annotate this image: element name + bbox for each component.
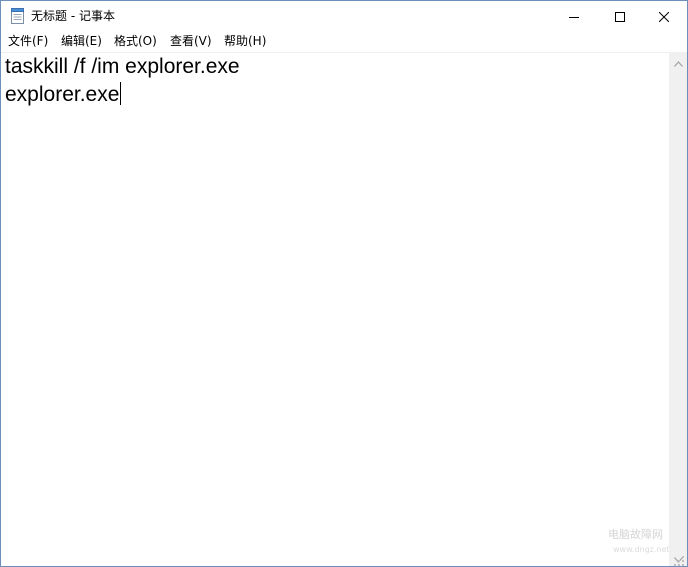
maximize-button[interactable] bbox=[597, 1, 643, 31]
window-title: 无标题 - 记事本 bbox=[31, 9, 115, 23]
text-editor[interactable]: taskkill /f /im explorer.exe explorer.ex… bbox=[1, 53, 669, 566]
menu-format[interactable]: 格式(O) bbox=[114, 34, 157, 48]
menu-help[interactable]: 帮助(H) bbox=[224, 34, 266, 48]
watermark-text: 电脑故障网 bbox=[608, 528, 663, 541]
close-icon bbox=[658, 7, 670, 26]
title-bar[interactable]: 无标题 - 记事本 bbox=[1, 1, 687, 31]
vertical-scrollbar[interactable] bbox=[669, 53, 687, 566]
watermark-url: www.dngz.net bbox=[613, 545, 670, 554]
menu-view[interactable]: 查看(V) bbox=[170, 34, 212, 48]
chevron-up-icon bbox=[673, 52, 683, 71]
close-button[interactable] bbox=[641, 1, 687, 31]
editor-line-text: taskkill /f /im explorer.exe bbox=[5, 55, 240, 78]
minimize-icon bbox=[569, 7, 579, 26]
notepad-window: 无标题 - 记事本 文件(F) 编辑(E) 格式(O) 查看(V) 帮助(H) … bbox=[0, 0, 688, 567]
scroll-up-button[interactable] bbox=[669, 53, 687, 70]
minimize-button[interactable] bbox=[551, 1, 597, 31]
editor-line-text: explorer.exe bbox=[5, 83, 120, 106]
menu-file[interactable]: 文件(F) bbox=[8, 34, 48, 48]
menu-bar: 文件(F) 编辑(E) 格式(O) 查看(V) 帮助(H) bbox=[1, 31, 687, 53]
text-caret bbox=[120, 82, 122, 105]
resize-grip-icon[interactable] bbox=[673, 552, 685, 566]
editor-line[interactable]: taskkill /f /im explorer.exe bbox=[5, 54, 240, 80]
notepad-icon[interactable] bbox=[10, 8, 25, 24]
maximize-icon bbox=[615, 7, 625, 26]
menu-edit[interactable]: 编辑(E) bbox=[61, 34, 102, 48]
editor-line[interactable]: explorer.exe bbox=[5, 82, 122, 108]
